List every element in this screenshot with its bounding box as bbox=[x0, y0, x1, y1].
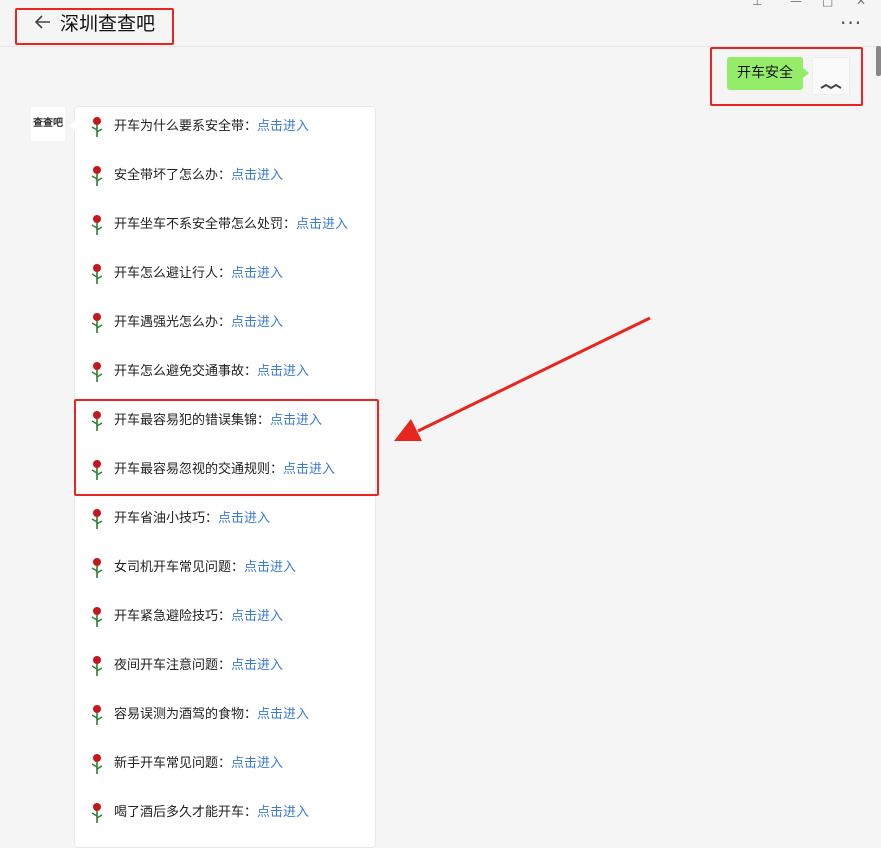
list-item: 开车为什么要系安全带：点击进入 bbox=[89, 116, 379, 138]
item-link[interactable]: 点击进入 bbox=[231, 658, 283, 673]
item-text: 喝了酒后多久才能开车： bbox=[114, 805, 258, 820]
item-text: 容易误测为酒驾的食物： bbox=[114, 707, 258, 722]
item-link[interactable]: 点击进入 bbox=[231, 266, 283, 281]
scrollbar[interactable] bbox=[876, 46, 881, 76]
list-item: 开车坐车不系安全带怎么处罚：点击进入 bbox=[89, 214, 379, 236]
item-link[interactable]: 点击进入 bbox=[231, 609, 283, 624]
top-bar: ⊥ — □ ✕ 深圳查查吧 ··· bbox=[0, 0, 881, 47]
item-text: 开车遇强光怎么办： bbox=[114, 315, 232, 330]
item-text: 开车紧急避险技巧： bbox=[114, 609, 232, 624]
item-link[interactable]: 点击进入 bbox=[218, 511, 270, 526]
list-item: 开车紧急避险技巧：点击进入 bbox=[89, 606, 379, 628]
list-item: 开车省油小技巧：点击进入 bbox=[89, 508, 379, 530]
item-link[interactable]: 点击进入 bbox=[257, 707, 309, 722]
rose-icon bbox=[89, 410, 107, 432]
bot-avatar[interactable]: 查查吧 bbox=[31, 107, 65, 141]
item-link[interactable]: 点击进入 bbox=[270, 413, 322, 428]
list-item: 开车怎么避让行人：点击进入 bbox=[89, 263, 379, 285]
item-text: 开车为什么要系安全带： bbox=[114, 119, 258, 134]
rose-icon bbox=[89, 508, 107, 530]
item-link[interactable]: 点击进入 bbox=[257, 119, 309, 134]
rose-icon bbox=[89, 116, 107, 138]
list-item: 容易误测为酒驾的食物：点击进入 bbox=[89, 704, 379, 726]
item-text: 开车坐车不系安全带怎么处罚： bbox=[114, 217, 297, 232]
sent-message-bubble: 开车安全 bbox=[727, 57, 809, 90]
maximize-icon[interactable]: □ bbox=[822, 0, 833, 8]
rose-icon bbox=[89, 655, 107, 677]
item-text: 夜间开车注意问题： bbox=[114, 658, 232, 673]
item-text: 开车怎么避让行人： bbox=[114, 266, 232, 281]
item-link[interactable]: 点击进入 bbox=[283, 462, 335, 477]
list-item: 开车最容易忽视的交通规则：点击进入 bbox=[89, 459, 379, 481]
rose-icon bbox=[89, 753, 107, 775]
list-item: 开车最容易犯的错误集锦：点击进入 bbox=[89, 410, 379, 432]
item-link[interactable]: 点击进入 bbox=[231, 168, 283, 183]
rose-icon bbox=[89, 704, 107, 726]
rose-icon bbox=[89, 361, 107, 383]
list-item: 喝了酒后多久才能开车：点击进入 bbox=[89, 802, 379, 824]
list-item: 女司机开车常见问题：点击进入 bbox=[89, 557, 379, 579]
item-link[interactable]: 点击进入 bbox=[296, 217, 348, 232]
rose-icon bbox=[89, 312, 107, 334]
pin-icon[interactable]: ⊥ bbox=[752, 0, 762, 8]
user-avatar[interactable] bbox=[812, 57, 850, 95]
list-item: 新手开车常见问题：点击进入 bbox=[89, 753, 379, 775]
list-item: 开车怎么避免交通事故：点击进入 bbox=[89, 361, 379, 383]
rose-icon bbox=[89, 165, 107, 187]
item-link[interactable]: 点击进入 bbox=[257, 364, 309, 379]
item-text: 开车最容易犯的错误集锦： bbox=[114, 413, 271, 428]
more-dots-icon[interactable]: ··· bbox=[840, 13, 862, 33]
rose-icon bbox=[89, 606, 107, 628]
minimize-icon[interactable]: — bbox=[790, 0, 802, 8]
item-text: 开车怎么避免交通事故： bbox=[114, 364, 258, 379]
rose-icon bbox=[89, 459, 107, 481]
rose-icon bbox=[89, 214, 107, 236]
rose-icon bbox=[89, 802, 107, 824]
item-link[interactable]: 点击进入 bbox=[257, 805, 309, 820]
item-text: 安全带坏了怎么办： bbox=[114, 168, 232, 183]
item-text: 女司机开车常见问题： bbox=[114, 560, 245, 575]
reply-message-card: 开车为什么要系安全带：点击进入 安全带坏了怎么办：点击进入 开车坐车不系安全带怎么处… bbox=[69, 106, 379, 848]
close-icon[interactable]: ✕ bbox=[856, 0, 866, 8]
list-item: 夜间开车注意问题：点击进入 bbox=[89, 655, 379, 677]
list-item: 安全带坏了怎么办：点击进入 bbox=[89, 165, 379, 187]
rose-icon bbox=[89, 557, 107, 579]
arrow-left-icon[interactable] bbox=[33, 12, 53, 32]
item-link[interactable]: 点击进入 bbox=[231, 756, 283, 771]
chat-title: 深圳查查吧 bbox=[60, 13, 156, 35]
list-item: 开车遇强光怎么办：点击进入 bbox=[89, 312, 379, 334]
item-text: 开车省油小技巧： bbox=[114, 511, 219, 526]
item-text: 开车最容易忽视的交通规则： bbox=[114, 462, 284, 477]
item-link[interactable]: 点击进入 bbox=[231, 315, 283, 330]
rose-icon bbox=[89, 263, 107, 285]
item-text: 新手开车常见问题： bbox=[114, 756, 232, 771]
item-link[interactable]: 点击进入 bbox=[244, 560, 296, 575]
